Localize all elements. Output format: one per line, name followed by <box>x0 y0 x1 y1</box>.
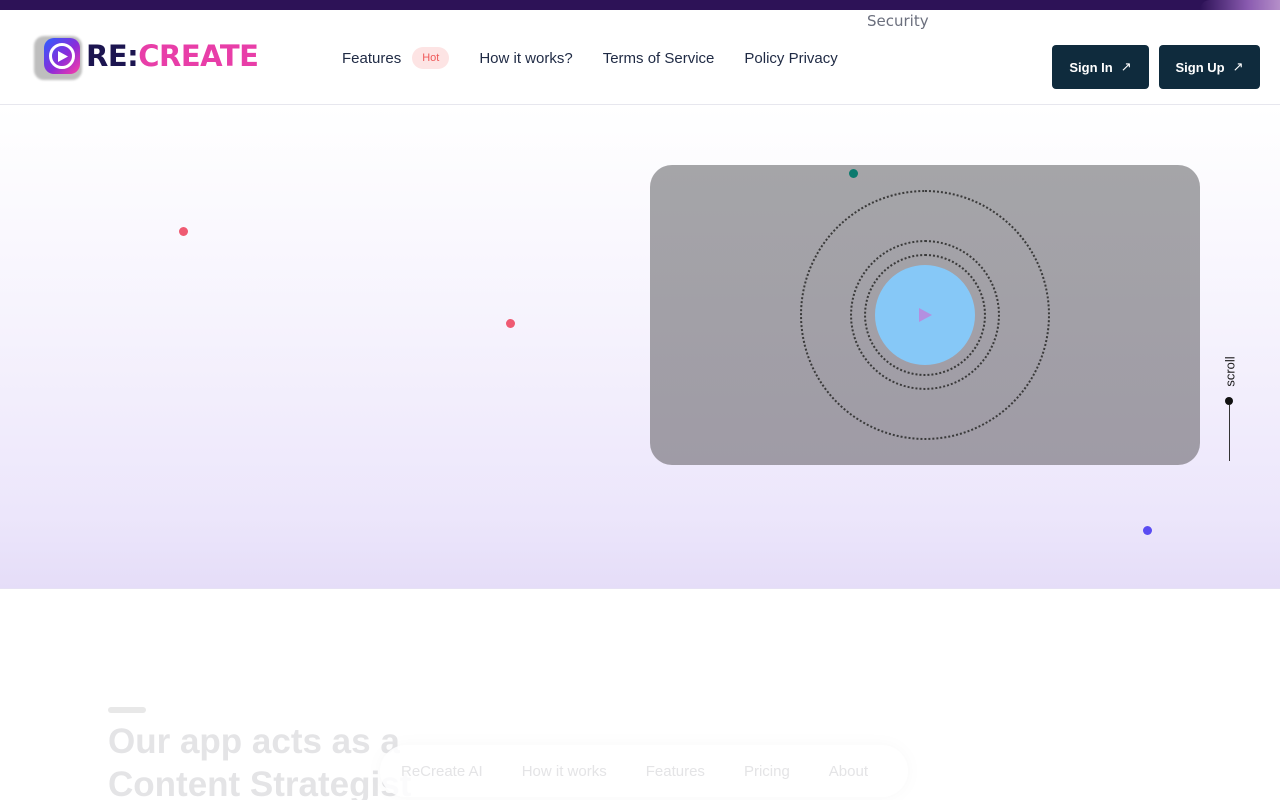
scroll-dot <box>1225 397 1233 405</box>
section-accent-bar <box>108 707 146 713</box>
security-link[interactable]: Security <box>867 12 929 30</box>
play-icon <box>919 308 932 322</box>
sign-up-label: Sign Up <box>1175 59 1225 75</box>
sign-in-button[interactable]: Sign In ↗ <box>1052 45 1149 89</box>
decorative-dot <box>1143 526 1152 535</box>
nav-how-it-works[interactable]: How it works? <box>479 50 572 67</box>
sign-up-button[interactable]: Sign Up ↗ <box>1159 45 1260 89</box>
brand-name-part2: CREATE <box>138 39 259 73</box>
video-preview-card <box>650 165 1200 465</box>
nav-features[interactable]: Features <box>342 50 401 67</box>
top-accent-glow <box>1200 0 1280 10</box>
play-logo-icon <box>44 38 80 74</box>
float-nav-recreate-ai[interactable]: ReCreate AI <box>401 763 483 780</box>
site-header: RE:CREATE Features Hot How it works? Ter… <box>0 10 1280 105</box>
hot-badge: Hot <box>412 47 450 69</box>
float-nav-features[interactable]: Features <box>646 763 705 780</box>
play-video-button[interactable] <box>875 265 975 365</box>
decorative-dot <box>506 319 515 328</box>
decorative-dot <box>849 169 858 178</box>
section-title-line1: Our app acts as a <box>108 722 400 761</box>
brand-logo[interactable]: RE:CREATE <box>34 36 259 80</box>
top-accent-bar <box>0 0 1280 10</box>
section-title: Our app acts as a Content Strategist <box>108 720 411 800</box>
main-nav: Features Hot How it works? Terms of Serv… <box>342 46 838 70</box>
scroll-line <box>1229 405 1230 461</box>
float-nav-how-it-works[interactable]: How it works <box>522 763 607 780</box>
floating-nav: ReCreate AI How it works Features Pricin… <box>380 745 908 797</box>
arrow-up-right-icon: ↗ <box>1120 59 1132 74</box>
scroll-indicator[interactable]: scroll <box>1216 353 1244 463</box>
section-title-line2: Content Strategist <box>108 765 412 800</box>
hero-section: scroll <box>0 105 1280 589</box>
nav-privacy-policy[interactable]: Policy Privacy <box>744 50 837 67</box>
brand-name-part1: RE: <box>86 39 139 73</box>
float-nav-pricing[interactable]: Pricing <box>744 763 790 780</box>
nav-terms-of-service[interactable]: Terms of Service <box>603 50 715 67</box>
scroll-label: scroll <box>1222 355 1238 387</box>
brand-name: RE:CREATE <box>86 39 259 73</box>
float-nav-about[interactable]: About <box>829 763 868 780</box>
decorative-dot <box>179 227 188 236</box>
sign-in-label: Sign In <box>1069 59 1113 75</box>
arrow-up-right-icon: ↗ <box>1232 59 1244 74</box>
